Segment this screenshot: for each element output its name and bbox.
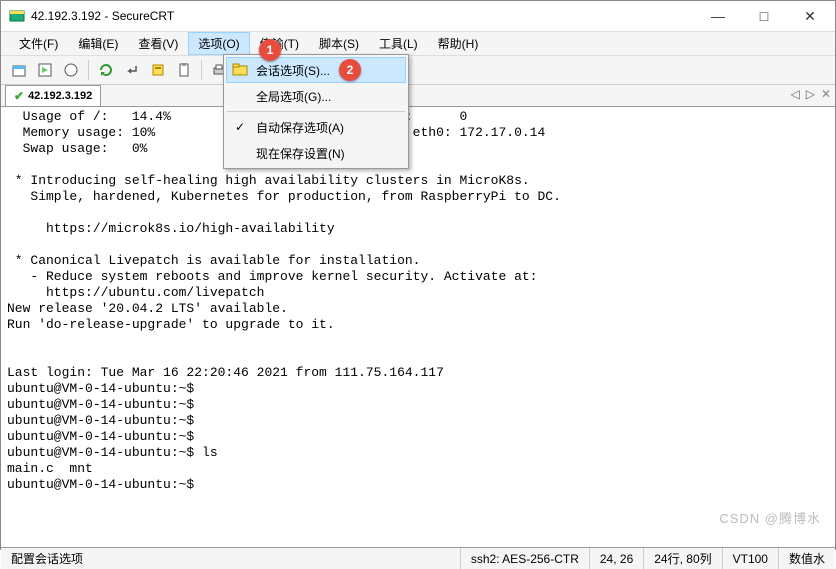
menu-separator	[227, 111, 405, 112]
blank-icon	[230, 86, 250, 106]
tab-scroll-right-icon[interactable]: ▷	[806, 87, 815, 101]
window-title: 42.192.3.192 - SecureCRT	[31, 9, 695, 23]
close-button[interactable]: ✕	[787, 1, 833, 31]
tab-bar: ✔ 42.192.3.192 ◁ ▷ ✕	[1, 85, 835, 107]
dropdown-item-label: 现在保存设置(N)	[256, 145, 345, 162]
tab-label: 42.192.3.192	[28, 90, 92, 102]
status-caps: 数值水	[779, 548, 835, 569]
status-cursor-pos: 24, 26	[590, 548, 644, 569]
window-controls: — □ ✕	[695, 1, 833, 31]
menu-item-2[interactable]: 查看(V)	[128, 32, 188, 55]
menu-item-7[interactable]: 帮助(H)	[428, 32, 489, 55]
connected-icon: ✔	[14, 89, 24, 103]
session-tab[interactable]: ✔ 42.192.3.192	[5, 85, 101, 106]
reconnect-icon[interactable]	[94, 58, 118, 82]
menu-item-6[interactable]: 工具(L)	[369, 32, 428, 55]
menubar: 文件(F)编辑(E)查看(V)选项(O)传输(T)脚本(S)工具(L)帮助(H)	[1, 31, 835, 55]
watermark: CSDN @腾博水	[719, 508, 821, 527]
annotation-marker-1: 1	[259, 39, 281, 61]
toolbar-separator	[201, 60, 202, 80]
blank-icon	[230, 143, 250, 163]
tab-close-icon[interactable]: ✕	[821, 87, 831, 101]
dropdown-item-label: 全局选项(G)...	[256, 88, 331, 105]
settings-icon[interactable]	[146, 58, 170, 82]
menu-item-0[interactable]: 文件(F)	[9, 32, 68, 55]
app-icon	[9, 8, 25, 24]
dropdown-item-0[interactable]: 会话选项(S)...	[226, 57, 406, 83]
status-dimensions: 24行, 80列	[644, 548, 722, 569]
terminal-output[interactable]: Usage of /: 14.4% logged in: 0 Memory us…	[1, 107, 835, 547]
menu-item-3[interactable]: 选项(O)	[188, 32, 249, 55]
status-protocol: ssh2: AES-256-CTR	[461, 548, 590, 569]
status-message: 配置会话选项	[1, 548, 461, 569]
dropdown-item-3[interactable]: ✓ 自动保存选项(A)	[226, 114, 406, 140]
dropdown-item-label: 会话选项(S)...	[256, 62, 330, 79]
options-dropdown-menu: 会话选项(S)... 全局选项(G)... ✓ 自动保存选项(A) 现在保存设置(N)	[223, 54, 409, 169]
annotation-marker-2: 2	[339, 59, 361, 81]
dropdown-item-1[interactable]: 全局选项(G)...	[226, 83, 406, 109]
toolbar: ?	[1, 55, 835, 85]
tab-scroll-left-icon[interactable]: ◁	[790, 87, 799, 101]
connect-icon[interactable]	[59, 58, 83, 82]
toolbar-separator	[88, 60, 89, 80]
dropdown-item-label: 自动保存选项(A)	[256, 119, 344, 136]
tab-scroll-controls: ◁ ▷ ✕	[790, 87, 831, 101]
minimize-button[interactable]: —	[695, 1, 741, 31]
quick-connect-icon[interactable]	[33, 58, 57, 82]
paste-icon[interactable]	[172, 58, 196, 82]
check-icon: ✓	[230, 117, 250, 137]
menu-item-5[interactable]: 脚本(S)	[309, 32, 369, 55]
menu-item-1[interactable]: 编辑(E)	[68, 32, 128, 55]
status-terminal-type: VT100	[723, 548, 779, 569]
maximize-button[interactable]: □	[741, 1, 787, 31]
new-session-icon[interactable]	[7, 58, 31, 82]
dropdown-item-4[interactable]: 现在保存设置(N)	[226, 140, 406, 166]
enter-icon[interactable]	[120, 58, 144, 82]
folder-icon	[230, 60, 250, 80]
statusbar: 配置会话选项 ssh2: AES-256-CTR 24, 26 24行, 80列…	[1, 547, 835, 569]
titlebar: 42.192.3.192 - SecureCRT — □ ✕	[1, 1, 835, 31]
